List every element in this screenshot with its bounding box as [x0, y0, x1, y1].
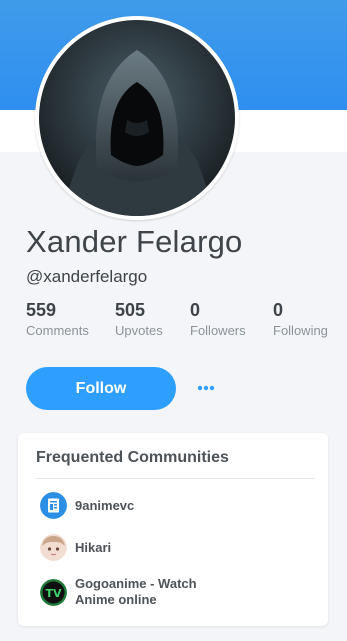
community-name: Hikari: [75, 539, 112, 555]
svg-text:TV: TV: [45, 587, 62, 600]
profile-handle: @xanderfelargo: [26, 267, 148, 286]
stat-value: 0: [273, 300, 284, 320]
more-dots-icon: [197, 385, 215, 391]
stat-comments[interactable]: 559 Comments: [26, 300, 89, 338]
community-name-line2: Anime online: [75, 592, 157, 607]
avatar: [35, 16, 239, 220]
card-title: Frequented Communities: [36, 449, 229, 466]
community-name: Gogoanime - Watch Anime online: [75, 576, 197, 608]
community-item-hikari[interactable]: Hikari: [40, 534, 111, 561]
hooded-figure-avatar: [39, 20, 235, 216]
community-name: 9animevc: [75, 497, 135, 513]
community-item-gogoanime[interactable]: TV Gogoanime - Watch Anime online: [40, 576, 197, 608]
profile-name: Xander Felargo: [26, 224, 243, 259]
follow-button[interactable]: Follow: [26, 367, 176, 410]
frequented-communities-card: Frequented Communities 9animevc Hikari T…: [18, 433, 328, 626]
stat-label: Comments: [26, 323, 89, 338]
stat-value: 559: [26, 300, 57, 320]
anime-avatar-icon: [40, 534, 67, 561]
stat-value: 0: [190, 300, 201, 320]
stat-followers[interactable]: 0 Followers: [190, 300, 246, 338]
stat-following[interactable]: 0 Following: [273, 300, 328, 338]
stat-upvotes[interactable]: 505 Upvotes: [115, 300, 163, 338]
tv-logo-icon: TV: [40, 578, 67, 606]
community-item-9animevc[interactable]: 9animevc: [40, 492, 134, 519]
document-icon: [40, 492, 67, 519]
stat-label: Upvotes: [115, 323, 163, 338]
stat-label: Followers: [190, 323, 246, 338]
community-name-line1: Gogoanime - Watch: [75, 576, 197, 591]
stat-value: 505: [115, 300, 146, 320]
divider: [36, 478, 315, 479]
stat-label: Following: [273, 323, 328, 338]
more-options-button[interactable]: [195, 376, 217, 400]
